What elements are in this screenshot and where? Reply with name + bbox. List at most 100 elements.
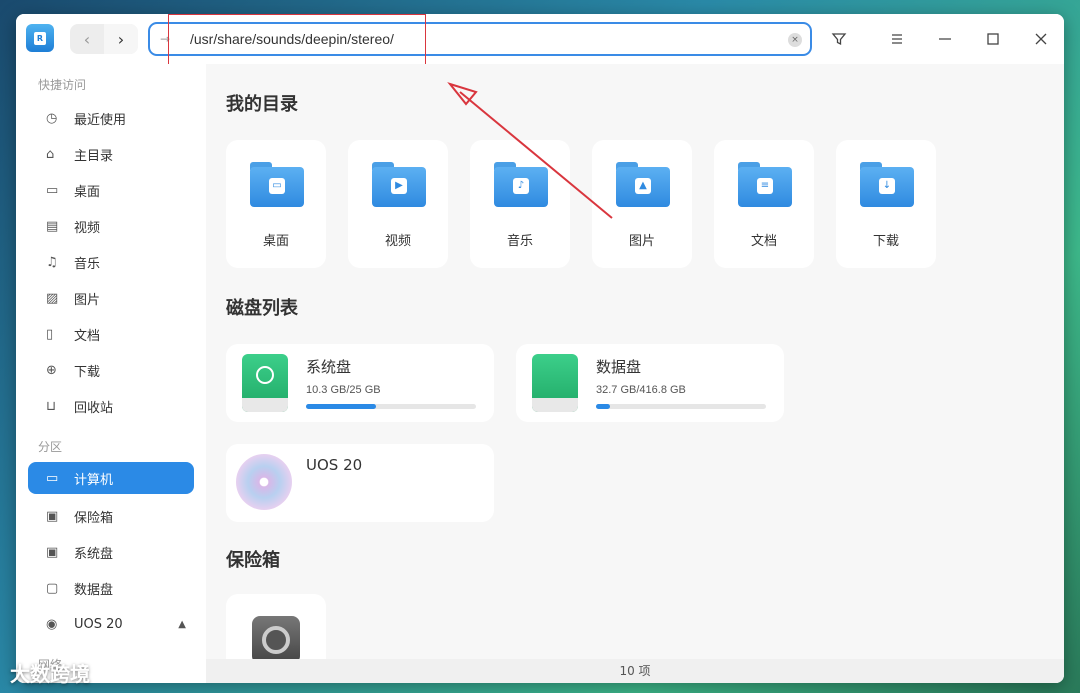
video-icon: ▤ [46, 218, 59, 234]
home-icon: ⌂ [46, 146, 55, 162]
maximize-button[interactable] [982, 28, 1004, 50]
back-button[interactable]: ‹ [70, 24, 104, 54]
vault-icon: ▣ [46, 508, 59, 524]
disk-list-title: 磁盘列表 [226, 298, 298, 319]
safe-icon [252, 616, 300, 664]
annotation-highlight-box [168, 14, 426, 66]
disk-size: 32.7 GB/416.8 GB [596, 384, 686, 396]
quick-access-heading: 快捷访问 [38, 78, 87, 92]
sidebar-item-videos[interactable]: ▤ 视频 [28, 210, 194, 242]
clear-icon[interactable]: × [788, 33, 802, 47]
folder-label: 图片 [628, 234, 655, 249]
sidebar-item-data-disk[interactable]: ▢ 数据盘 [28, 572, 194, 604]
folder-icon: ≡ [738, 162, 792, 207]
sidebar-item-home[interactable]: ⌂ 主目录 [28, 138, 194, 170]
disk-usage-bar [596, 404, 766, 409]
filter-icon [831, 33, 847, 46]
sidebar-item-label: 桌面 [74, 184, 101, 200]
folder-desktop[interactable]: ▭ 桌面 [226, 140, 326, 268]
trash-icon: ⊔ [46, 398, 57, 414]
chevron-left-icon: ‹ [83, 29, 91, 49]
sidebar-item-label: 回收站 [74, 400, 114, 416]
folder-icon: ▲ [616, 162, 670, 207]
menu-button[interactable] [886, 28, 908, 50]
disk-icon: ▢ [46, 580, 59, 596]
sidebar-item-computer[interactable]: ▭ 计算机 [28, 462, 194, 494]
disk-usage-fill [306, 404, 376, 409]
sidebar-item-vault[interactable]: ▣ 保险箱 [28, 500, 194, 532]
disk-name: 系统盘 [306, 358, 352, 376]
music-icon: ♫ [46, 254, 58, 270]
disk-data[interactable]: 数据盘 32.7 GB/416.8 GB [516, 344, 784, 422]
folder-music[interactable]: ♪ 音乐 [470, 140, 570, 268]
disk-usage-fill [596, 404, 610, 409]
eject-icon[interactable]: ▲ [178, 619, 186, 630]
partition-heading: 分区 [38, 440, 63, 454]
sidebar-item-label: 保险箱 [74, 510, 114, 526]
hard-disk-icon [532, 354, 578, 412]
sidebar-item-label: 文档 [74, 328, 101, 344]
disk-name: UOS 20 [306, 456, 363, 474]
sidebar-item-uos20[interactable]: ◉ UOS 20 ▲ [28, 608, 194, 640]
sidebar-item-recent[interactable]: ◷ 最近使用 [28, 102, 194, 134]
sidebar-item-documents[interactable]: ▯ 文档 [28, 318, 194, 350]
hamburger-icon [892, 34, 902, 44]
sidebar-item-music[interactable]: ♫ 音乐 [28, 246, 194, 278]
sidebar-item-label: 下载 [74, 364, 101, 380]
folder-icon: ▶ [372, 162, 426, 207]
folder-label: 文档 [750, 234, 777, 249]
minimize-button[interactable] [934, 28, 956, 50]
folder-label: 视频 [384, 234, 411, 249]
disk-system[interactable]: 系统盘 10.3 GB/25 GB [226, 344, 494, 422]
folder-videos[interactable]: ▶ 视频 [348, 140, 448, 268]
status-bar: 10 项 [206, 659, 1064, 683]
disk-size: 10.3 GB/25 GB [306, 384, 381, 396]
sidebar-item-label: 主目录 [74, 148, 114, 164]
navigation-buttons: ‹ › [70, 24, 138, 54]
folder-label: 桌面 [262, 234, 289, 249]
folder-label: 下载 [872, 234, 899, 249]
folder-label: 音乐 [506, 234, 533, 249]
sidebar-item-label: 系统盘 [74, 546, 114, 562]
sidebar-item-desktop[interactable]: ▭ 桌面 [28, 174, 194, 206]
sidebar-item-trash[interactable]: ⊔ 回收站 [28, 390, 194, 422]
vault-title: 保险箱 [226, 550, 280, 571]
file-manager-window: ‹ › → /usr/share/sounds/deepin/stereo/ ×… [16, 14, 1064, 683]
clock-icon: ◷ [46, 110, 58, 126]
maximize-icon [987, 33, 999, 45]
disk-name: 数据盘 [596, 358, 642, 376]
disk-icon: ▣ [46, 544, 59, 560]
folder-icon: ▭ [250, 162, 304, 207]
sidebar-item-label: 最近使用 [74, 112, 127, 128]
watermark-text: 大数跨境 [10, 662, 90, 686]
folder-pictures[interactable]: ▲ 图片 [592, 140, 692, 268]
document-icon: ▯ [46, 326, 54, 342]
download-icon: ⊕ [46, 362, 57, 378]
disc-icon: ◉ [46, 616, 58, 632]
disk-usage-bar [306, 404, 476, 409]
computer-icon: ▭ [46, 470, 59, 486]
folder-icon: ↓ [860, 162, 914, 207]
sidebar-item-label: 音乐 [74, 256, 101, 272]
main-content: 我的目录 ▭ 桌面 ▶ 视频 ♪ 音乐 ▲ 图片 ≡ 文档 ↓ 下载 磁盘列表 … [206, 64, 1064, 674]
desktop-icon: ▭ [46, 182, 59, 198]
close-button[interactable] [1030, 28, 1052, 50]
sidebar-item-label: 视频 [74, 220, 101, 236]
sidebar-item-system-disk[interactable]: ▣ 系统盘 [28, 536, 194, 568]
sidebar-item-label: 图片 [74, 292, 101, 308]
optical-disc-icon [236, 454, 292, 510]
folder-downloads[interactable]: ↓ 下载 [836, 140, 936, 268]
disk-uos20[interactable]: UOS 20 [226, 444, 494, 522]
sidebar-item-label: 计算机 [74, 472, 114, 488]
title-bar: ‹ › → /usr/share/sounds/deepin/stereo/ × [16, 14, 1064, 66]
sidebar-item-pictures[interactable]: ▨ 图片 [28, 282, 194, 314]
sidebar-item-downloads[interactable]: ⊕ 下载 [28, 354, 194, 386]
folder-documents[interactable]: ≡ 文档 [714, 140, 814, 268]
filter-button[interactable] [828, 28, 850, 50]
minimize-icon [939, 38, 951, 40]
close-icon [1035, 33, 1047, 45]
folder-icon: ♪ [494, 162, 548, 207]
sidebar-item-label: UOS 20 [74, 616, 123, 632]
hard-disk-icon [242, 354, 288, 412]
forward-button[interactable]: › [104, 24, 138, 54]
